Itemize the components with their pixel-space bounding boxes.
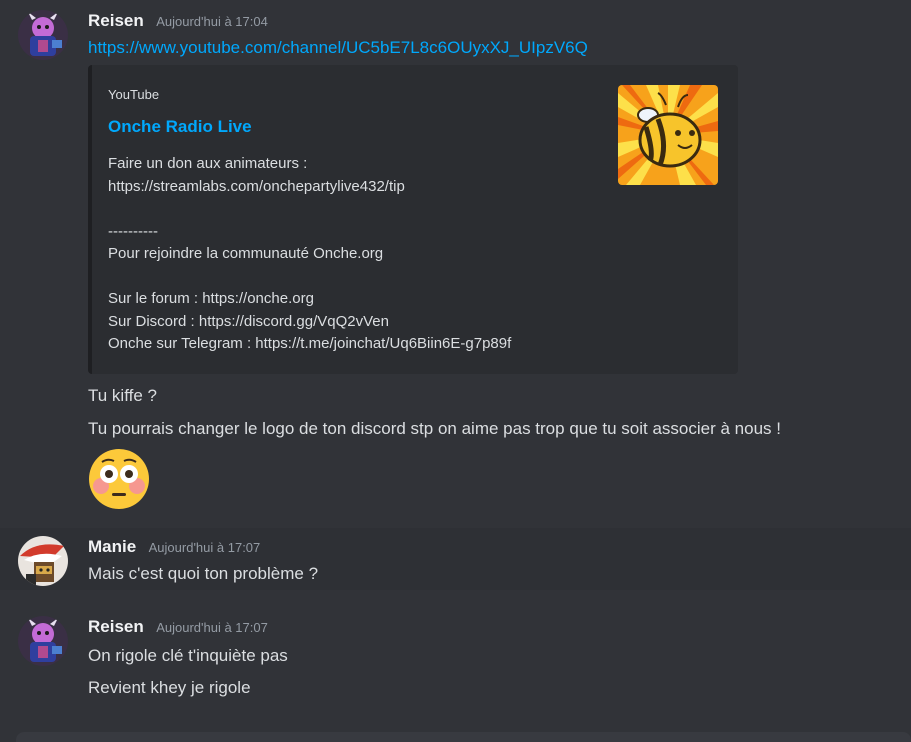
message-group: Manie Aujourd'hui à 17:07 Mais c'est quo… [0,528,911,590]
avatar[interactable] [18,616,68,666]
chat-message-list: Reisen Aujourd'hui à 17:04 https://www.y… [0,0,911,742]
message-group: Reisen Aujourd'hui à 17:07 On rigole clé… [0,606,911,716]
timestamp[interactable]: Aujourd'hui à 17:07 [149,540,261,555]
message-text: Tu kiffe ? [88,386,157,405]
avatar[interactable] [18,536,68,586]
embed-description: Faire un don aux animateurs : https://st… [108,155,512,352]
flushed-face-emoji-icon[interactable] [88,448,150,510]
message-composer[interactable] [16,732,911,742]
message-text: On rigole clé t'inquiète pas [88,646,288,665]
message-header: Reisen Aujourd'hui à 17:04 [88,11,268,33]
timestamp[interactable]: Aujourd'hui à 17:07 [156,620,268,635]
username[interactable]: Manie [88,537,136,556]
message-text: Revient khey je rigole [88,678,251,697]
message-header: Reisen Aujourd'hui à 17:07 [88,617,268,639]
youtube-link[interactable]: https://www.youtube.com/channel/UC5bE7L8… [88,38,588,58]
embed-title[interactable]: Onche Radio Live [108,117,252,137]
embed-thumbnail-bee-icon[interactable] [618,85,718,185]
timestamp[interactable]: Aujourd'hui à 17:04 [156,14,268,29]
message-text: Tu pourrais changer le logo de ton disco… [88,419,781,438]
avatar[interactable] [18,10,68,60]
username[interactable]: Reisen [88,11,144,30]
embed-provider: YouTube [108,87,160,102]
username[interactable]: Reisen [88,617,144,636]
message-text: Mais c'est quoi ton problème ? [88,564,319,583]
link-embed: YouTube Onche Radio Live Faire un don au… [88,65,738,374]
message-group: Reisen Aujourd'hui à 17:04 https://www.y… [0,0,911,528]
message-header: Manie Aujourd'hui à 17:07 [88,537,260,559]
